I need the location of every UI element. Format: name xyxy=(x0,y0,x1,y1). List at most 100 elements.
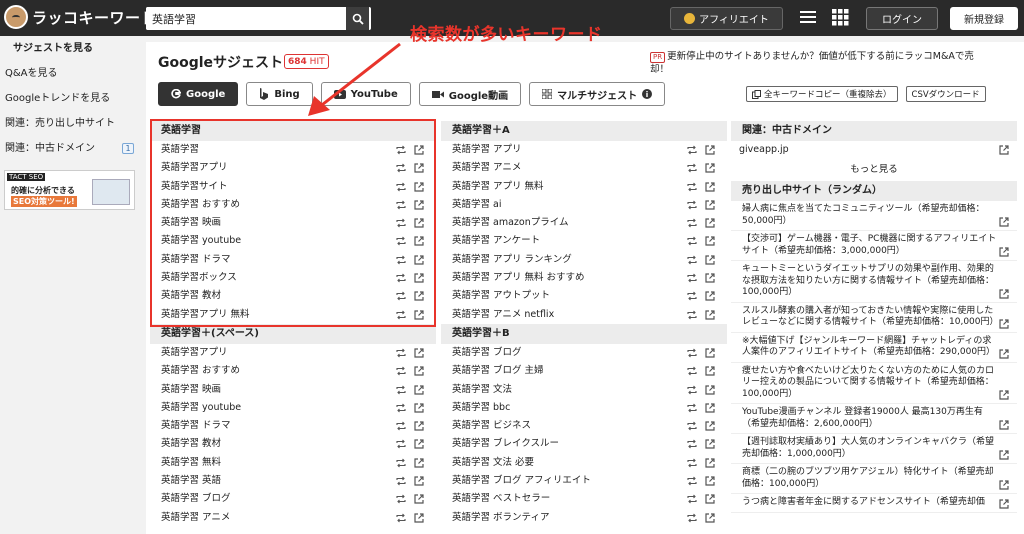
keyword-row[interactable]: 英語学習 ドラマ xyxy=(150,251,436,269)
re-suggest-icon[interactable] xyxy=(687,366,697,376)
keyword-row[interactable]: 英語学習 映画 xyxy=(150,381,436,399)
external-link-icon[interactable] xyxy=(414,236,424,247)
sale-site-item[interactable]: 婦人病に焦点を当てたコミュニティツール（希望売却価格：50,000円） xyxy=(731,201,1017,232)
keyword-row[interactable]: 英語学習 アニメ xyxy=(441,159,727,177)
external-link-icon[interactable] xyxy=(705,255,715,265)
csv-download-button[interactable]: CSVダウンロード xyxy=(905,86,986,102)
external-link-icon[interactable] xyxy=(705,439,715,450)
keyword-row[interactable]: 英語学習 アンケート xyxy=(441,232,727,250)
re-suggest-icon[interactable] xyxy=(687,403,697,413)
re-suggest-icon[interactable] xyxy=(396,255,406,265)
external-link-icon[interactable] xyxy=(414,366,424,376)
external-link-icon[interactable] xyxy=(999,499,1009,509)
sidebar-item-used-domains[interactable]: 関連：中古ドメイン 1 xyxy=(0,136,140,161)
re-suggest-icon[interactable] xyxy=(396,348,406,358)
external-link-icon[interactable] xyxy=(705,200,715,210)
external-link-icon[interactable] xyxy=(414,200,424,210)
keyword-row[interactable]: 英語学習 アニメ xyxy=(150,509,436,527)
re-suggest-icon[interactable] xyxy=(396,458,406,468)
re-suggest-icon[interactable] xyxy=(396,273,406,283)
ad-banner[interactable]: TACT SEO 的確に分析できる SEO対策ツール! xyxy=(4,170,135,210)
keyword-row[interactable]: 英語学習 ブログ xyxy=(441,344,727,362)
search-button[interactable] xyxy=(346,7,369,30)
tab-google-video[interactable]: Google動画 xyxy=(418,82,522,106)
keyword-row[interactable]: 英語学習 アプリ xyxy=(441,141,727,159)
pr-notice[interactable]: PR 更新停止中のサイトありませんか？価値が低下する前にラッコM&Aで売却！ xyxy=(650,50,980,76)
re-suggest-icon[interactable] xyxy=(687,291,697,301)
tab-multi-suggest[interactable]: マルチサジェスト xyxy=(529,82,666,106)
keyword-row[interactable]: 英語学習 アプリ ランキング xyxy=(441,251,727,269)
external-link-icon[interactable] xyxy=(414,145,424,155)
keyword-row[interactable]: 英語学習 ブレイクスルー xyxy=(441,435,727,453)
keyword-row[interactable]: 英語学習ボックス xyxy=(150,269,436,287)
copy-all-button[interactable]: 全キーワードコピー（重複除去） xyxy=(746,86,898,102)
external-link-icon[interactable] xyxy=(705,513,715,523)
external-link-icon[interactable] xyxy=(999,145,1009,155)
re-suggest-icon[interactable] xyxy=(687,385,697,395)
keyword-row[interactable]: 英語学習 映画 xyxy=(150,214,436,232)
sale-site-item[interactable]: スルスル酵素の購入者が知っておきたい情報や実際に使用したレビューなどに関する情報… xyxy=(731,303,1017,333)
re-suggest-icon[interactable] xyxy=(687,439,697,449)
re-suggest-icon[interactable] xyxy=(687,476,697,486)
external-link-icon[interactable] xyxy=(414,458,424,468)
keyword-row[interactable]: 英語学習 おすすめ xyxy=(150,196,436,214)
external-link-icon[interactable] xyxy=(414,421,424,431)
re-suggest-icon[interactable] xyxy=(396,236,406,246)
re-suggest-icon[interactable] xyxy=(687,494,697,504)
external-link-icon[interactable] xyxy=(999,390,1009,400)
re-suggest-icon[interactable] xyxy=(396,439,406,449)
keyword-row[interactable]: 英語学習 ビジネス xyxy=(441,417,727,435)
re-suggest-icon[interactable] xyxy=(687,421,697,431)
external-link-icon[interactable] xyxy=(705,145,715,155)
re-suggest-icon[interactable] xyxy=(687,348,697,358)
external-link-icon[interactable] xyxy=(414,310,424,320)
re-suggest-icon[interactable] xyxy=(687,310,697,320)
sidebar-item-sites-for-sale[interactable]: 関連：売り出し中サイト xyxy=(0,111,140,136)
external-link-icon[interactable] xyxy=(999,217,1009,227)
external-link-icon[interactable] xyxy=(705,236,715,247)
info-icon[interactable] xyxy=(642,89,653,99)
external-link-icon[interactable] xyxy=(414,439,424,450)
external-link-icon[interactable] xyxy=(705,218,715,228)
sale-site-item[interactable]: 痩せたい方や食べたいけど太りたくない方のために人気のカロリー控えめの製品について… xyxy=(731,363,1017,405)
re-suggest-icon[interactable] xyxy=(396,200,406,210)
domain-row[interactable]: giveapp.jp xyxy=(731,141,1017,159)
external-link-icon[interactable] xyxy=(705,163,715,173)
login-button[interactable]: ログイン xyxy=(866,7,938,30)
re-suggest-icon[interactable] xyxy=(687,273,697,283)
re-suggest-icon[interactable] xyxy=(687,236,697,246)
external-link-icon[interactable] xyxy=(705,384,715,395)
keyword-row[interactable]: 英語学習 教材 xyxy=(150,435,436,453)
external-link-icon[interactable] xyxy=(705,181,715,192)
menu-icon[interactable] xyxy=(800,9,816,25)
sidebar-item-trends[interactable]: Googleトレンドを見る xyxy=(0,86,140,111)
tab-google[interactable]: Google xyxy=(158,82,239,106)
re-suggest-icon[interactable] xyxy=(396,291,406,301)
external-link-icon[interactable] xyxy=(414,403,424,413)
external-link-icon[interactable] xyxy=(414,291,424,301)
external-link-icon[interactable] xyxy=(705,421,715,431)
more-link[interactable]: もっと見る xyxy=(731,159,1017,181)
keyword-row[interactable]: 英語学習 アウトプット xyxy=(441,287,727,305)
external-link-icon[interactable] xyxy=(999,480,1009,490)
re-suggest-icon[interactable] xyxy=(396,310,406,320)
search-input[interactable] xyxy=(146,7,346,30)
sidebar-item-suggest[interactable]: サジェストを見る xyxy=(0,36,140,61)
external-link-icon[interactable] xyxy=(414,181,424,192)
keyword-row[interactable]: 英語学習サイト xyxy=(150,178,436,196)
re-suggest-icon[interactable] xyxy=(687,458,697,468)
re-suggest-icon[interactable] xyxy=(396,403,406,413)
external-link-icon[interactable] xyxy=(999,319,1009,329)
sale-site-item[interactable]: YouTube漫画チャンネル 登録者19000人 最高130万再生有（希望売却価… xyxy=(731,404,1017,435)
keyword-row[interactable]: 英語学習 ブログ アフィリエイト xyxy=(441,472,727,490)
sale-site-item[interactable]: キュートミーというダイエットサプリの効果や副作用、効果的な摂取方法を知りたい方に… xyxy=(731,261,1017,303)
re-suggest-icon[interactable] xyxy=(396,421,406,431)
keyword-row[interactable]: 英語学習アプリ 無料 xyxy=(150,306,436,324)
external-link-icon[interactable] xyxy=(999,289,1009,299)
external-link-icon[interactable] xyxy=(705,403,715,413)
keyword-row[interactable]: 英語学習 英語 xyxy=(150,472,436,490)
sale-site-item[interactable]: 【交渉可】ゲーム機器・電子、PC機器に関するアフィリエイトサイト（希望売却価格：… xyxy=(731,231,1017,262)
sale-site-item[interactable]: うつ病と障害者年金に関するアドセンスサイト（希望売却価 xyxy=(731,494,1017,513)
keyword-row[interactable]: 英語学習 ブログ xyxy=(150,490,436,508)
re-suggest-icon[interactable] xyxy=(396,182,406,192)
